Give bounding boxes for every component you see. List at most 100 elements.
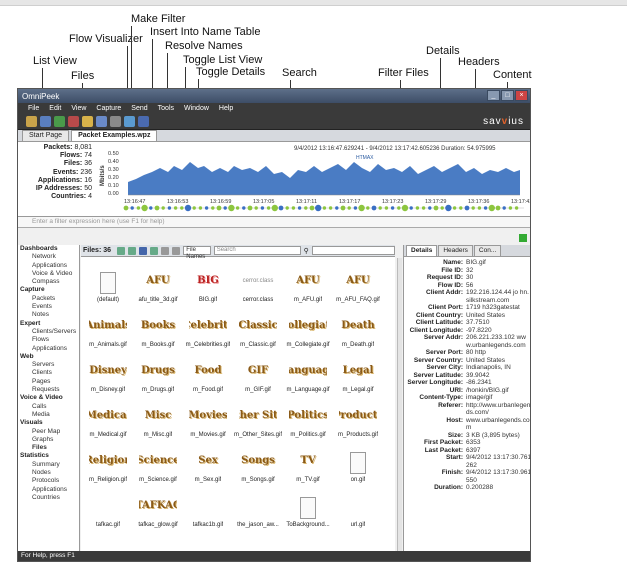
- dashboard-item[interactable]: Calls: [18, 403, 79, 411]
- file-item[interactable]: BIG BIG.gif: [183, 259, 233, 304]
- detail-value[interactable]: 192.216.124.44 jo hn.silkstream.com: [466, 289, 530, 304]
- file-item[interactable]: tafkac.gif: [83, 484, 133, 529]
- file-item[interactable]: Sex m_Sex.gif: [183, 439, 233, 484]
- file-item[interactable]: AFU afu_title_3d.gif: [133, 259, 183, 304]
- dashboard-item[interactable]: Protocols: [18, 477, 79, 485]
- dashboard-item[interactable]: Countries: [18, 494, 79, 502]
- insert-name-table-icon[interactable]: [138, 246, 147, 255]
- close-button[interactable]: ×: [515, 90, 528, 101]
- filter-files-select[interactable]: [311, 246, 395, 255]
- file-item[interactable]: Books m_Books.gif: [133, 304, 183, 349]
- save-icon[interactable]: [40, 116, 51, 127]
- tab-packet-examples[interactable]: Packet Examples.wpz: [71, 130, 158, 141]
- dashboard-item[interactable]: Flows: [18, 336, 79, 344]
- dashboard-item[interactable]: Network: [18, 253, 79, 261]
- menu-send[interactable]: Send: [131, 105, 147, 112]
- dashboard-item[interactable]: Packets: [18, 295, 79, 303]
- menu-tools[interactable]: Tools: [158, 105, 174, 112]
- menu-view[interactable]: View: [71, 105, 86, 112]
- file-item[interactable]: Misc m_Misc.gif: [133, 394, 183, 439]
- menu-file[interactable]: File: [28, 105, 39, 112]
- files-scrollbar[interactable]: [397, 258, 402, 553]
- filter-icon[interactable]: [82, 116, 93, 127]
- dashboard-item[interactable]: Applications: [18, 486, 79, 494]
- file-item[interactable]: the_jason_aw...: [233, 484, 283, 529]
- menu-help[interactable]: Help: [219, 105, 233, 112]
- file-item[interactable]: TAFKAC tafkac_glow.gif: [133, 484, 183, 529]
- file-item[interactable]: on.gif: [333, 439, 383, 484]
- dashboard-section[interactable]: Visuals: [18, 419, 79, 427]
- file-item[interactable]: cerror.class cerror.class: [233, 259, 283, 304]
- file-item[interactable]: tafkac1b.gif: [183, 484, 233, 529]
- file-item[interactable]: Medical m_Medical.gif: [83, 394, 133, 439]
- flow-visualizer-icon[interactable]: [116, 246, 125, 255]
- file-item[interactable]: (default): [83, 259, 133, 304]
- tab-start-page[interactable]: Start Page: [22, 130, 70, 141]
- file-item[interactable]: Politics m_Politics.gif: [283, 394, 333, 439]
- dashboard-section[interactable]: Dashboards: [18, 245, 79, 253]
- apply-filter-button[interactable]: [519, 234, 527, 242]
- dashboard-item[interactable]: Clients: [18, 369, 79, 377]
- file-item[interactable]: Religion m_Religion.gif: [83, 439, 133, 484]
- resolve-names-icon[interactable]: [149, 246, 159, 255]
- detail-value[interactable]: 206.221.233.102 www.urbanlegends.com: [466, 334, 530, 349]
- file-item[interactable]: Animals m_Animals.gif: [83, 304, 133, 349]
- dashboard-item[interactable]: Files: [18, 444, 79, 452]
- dashboard-item[interactable]: Notes: [18, 311, 79, 319]
- file-item[interactable]: Classic m_Classic.gif: [233, 304, 283, 349]
- dashboard-item[interactable]: Applications: [18, 262, 79, 270]
- dashboard-section[interactable]: Capture: [18, 286, 79, 294]
- detail-value[interactable]: http://www.urbanlegends.com/: [466, 402, 530, 417]
- dashboard-item[interactable]: Compass: [18, 278, 79, 286]
- file-item[interactable]: TV m_TV.gif: [283, 439, 333, 484]
- file-item[interactable]: Products m_Products.gif: [333, 394, 383, 439]
- file-item[interactable]: Celebrity m_Celebrities.gif: [183, 304, 233, 349]
- dashboard-item[interactable]: Graphs: [18, 436, 79, 444]
- dashboard-item[interactable]: Pages: [18, 378, 79, 386]
- dashboard-item[interactable]: Media: [18, 411, 79, 419]
- minimize-button[interactable]: _: [487, 90, 500, 101]
- file-item[interactable]: Legal m_Legal.gif: [333, 349, 383, 394]
- file-item[interactable]: Other Sites m_Other_Sites.gif: [233, 394, 283, 439]
- options-icon[interactable]: [110, 116, 121, 127]
- dashboard-item[interactable]: Clients/Servers: [18, 328, 79, 336]
- search-icon[interactable]: ⚲: [304, 247, 309, 255]
- file-item[interactable]: Language m_Language.gif: [283, 349, 333, 394]
- menu-capture[interactable]: Capture: [96, 105, 121, 112]
- dashboard-section[interactable]: Web: [18, 353, 79, 361]
- file-item[interactable]: Collegiate m_Collegiate.gif: [283, 304, 333, 349]
- detail-value[interactable]: 80 http: [466, 349, 486, 357]
- file-item[interactable]: Science m_Science.gif: [133, 439, 183, 484]
- maximize-button[interactable]: □: [501, 90, 514, 101]
- dashboard-item[interactable]: Nodes: [18, 469, 79, 477]
- toggle-details-icon[interactable]: [172, 246, 181, 255]
- dashboard-item[interactable]: Requests: [18, 386, 79, 394]
- detail-value[interactable]: www.urbanlegends.com: [466, 417, 530, 432]
- tab-details[interactable]: Details: [406, 245, 438, 256]
- monitor-icon[interactable]: [124, 116, 135, 127]
- file-item[interactable]: url.gif: [333, 484, 383, 529]
- dashboard-item[interactable]: Peer Map: [18, 428, 79, 436]
- file-item[interactable]: Death m_Death.gif: [333, 304, 383, 349]
- name-table-icon[interactable]: [96, 116, 107, 127]
- dashboard-item[interactable]: Voice & Video: [18, 270, 79, 278]
- file-item[interactable]: AFU m_AFU.gif: [283, 259, 333, 304]
- file-item[interactable]: Food m_Food.gif: [183, 349, 233, 394]
- file-item[interactable]: ToBackground...: [283, 484, 333, 529]
- menu-edit[interactable]: Edit: [49, 105, 61, 112]
- start-capture-icon[interactable]: [54, 116, 65, 127]
- filter-expression-input[interactable]: Enter a filter expression here (use F1 f…: [18, 217, 530, 228]
- file-item[interactable]: Drugs m_Drugs.gif: [133, 349, 183, 394]
- file-item[interactable]: GIF m_GIF.gif: [233, 349, 283, 394]
- tab-headers[interactable]: Headers: [438, 245, 473, 256]
- file-item[interactable]: AFU m_AFU_FAQ.gif: [333, 259, 383, 304]
- toggle-list-view-icon[interactable]: [161, 246, 170, 255]
- dashboard-item[interactable]: Summary: [18, 461, 79, 469]
- search-scope-select[interactable]: File Names: [183, 246, 211, 260]
- file-item[interactable]: Movies m_Movies.gif: [183, 394, 233, 439]
- search-input[interactable]: Search: [213, 246, 301, 255]
- dashboard-item[interactable]: Applications: [18, 345, 79, 353]
- dashboard-section[interactable]: Statistics: [18, 452, 79, 460]
- dashboard-item[interactable]: Servers: [18, 361, 79, 369]
- stop-capture-icon[interactable]: [68, 116, 79, 127]
